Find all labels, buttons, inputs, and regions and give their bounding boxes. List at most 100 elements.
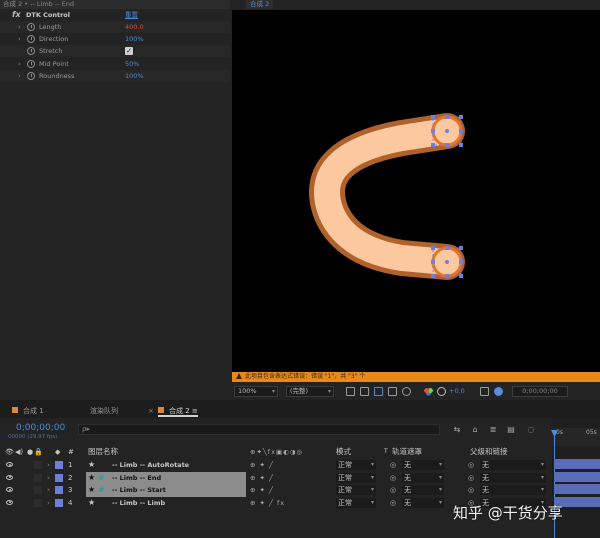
fx-icon[interactable]: fx (12, 9, 21, 21)
expand-arrow-icon[interactable]: › (47, 459, 50, 472)
region-of-interest-icon[interactable] (346, 387, 355, 396)
eye-icon[interactable] (6, 499, 13, 505)
layer-row[interactable]: › 1 ★ -- Limb -- AutoRotate ⊕ ✦ ╱ 正常 ▾ ◎ … (0, 459, 552, 472)
lock-column-icon[interactable]: 🔒 (34, 446, 43, 458)
lock-toggle[interactable] (34, 498, 42, 507)
layer-switches[interactable]: ⊕ ✦ ╱ (250, 459, 274, 472)
param-value[interactable]: 100% (125, 70, 144, 82)
preserve-transparency-icon[interactable]: ◎ (390, 484, 396, 497)
preserve-transparency-icon[interactable]: ◎ (390, 497, 396, 510)
track-matte-dropdown[interactable]: 无 ▾ (402, 497, 444, 508)
switches-column-icons[interactable]: ⊕✦╲fx▣◐◑◎ (250, 446, 303, 458)
layer-switches[interactable]: ⊕ ✦ ╱ fx (250, 497, 285, 510)
mask-visibility-icon[interactable] (374, 387, 383, 396)
blend-mode-dropdown[interactable]: 正常 ▾ (336, 460, 376, 470)
motion-blur-icon[interactable]: ◌ (526, 425, 536, 434)
param-value[interactable]: 50% (125, 58, 139, 70)
layer-name[interactable]: -- Limb -- End (112, 472, 161, 485)
layer-name-column[interactable]: 图层名称 (88, 446, 118, 458)
exposure-value[interactable]: +0.0 (449, 386, 465, 397)
layer-name[interactable]: -- Limb -- AutoRotate (112, 459, 189, 472)
mode-column[interactable]: 模式 (336, 446, 351, 458)
label-color-swatch[interactable] (55, 473, 63, 482)
layer-switches[interactable]: ⊕ ✦ ╱ (250, 484, 274, 497)
track-matte-column[interactable]: 轨道遮罩 (392, 446, 422, 458)
zoom-dropdown[interactable]: 100% ▾ (234, 386, 278, 397)
view-options-icon[interactable] (402, 387, 411, 396)
layer-name-cell[interactable]: ★ # -- Limb -- Start (86, 484, 246, 497)
layer-name-cell[interactable]: ★ # -- Limb -- End (86, 471, 246, 485)
label-color-swatch[interactable] (55, 498, 63, 507)
param-row-stretch[interactable]: Stretch ✓ (0, 45, 230, 57)
expand-arrow-icon[interactable]: › (18, 21, 21, 33)
exposure-icon[interactable] (437, 387, 446, 396)
layer-name-cell[interactable]: ★ -- Limb -- Limb (86, 497, 246, 510)
layer-duration-bar[interactable] (554, 484, 600, 494)
layer-row[interactable]: › 2 ★ # -- Limb -- End ⊕ ✦ ╱ 正常 ▾ ◎ 无 ▾ ◎ … (0, 471, 552, 485)
stopwatch-icon[interactable] (27, 47, 35, 55)
solo-column-icon[interactable]: ● (27, 446, 33, 458)
param-value[interactable]: 400.0 (125, 21, 144, 33)
viewer-tab[interactable]: 合成 2 (246, 0, 274, 9)
time-ruler[interactable]: 0s 05s (552, 428, 600, 446)
track-matte-dropdown[interactable]: 无 ▾ (402, 460, 444, 470)
layer-search-input[interactable]: ρ▸ (78, 424, 440, 435)
eye-icon[interactable] (6, 487, 13, 492)
grid-overlay-icon[interactable] (388, 387, 397, 396)
effect-title-row[interactable]: fx DTK Control 重置 (4, 9, 230, 21)
shy-layers-icon[interactable]: ≣ (488, 425, 498, 434)
viewer-timecode[interactable]: 0;00;00;00 (512, 386, 568, 397)
preserve-transparency-icon[interactable]: ◎ (390, 459, 396, 472)
composition-canvas[interactable] (232, 10, 600, 372)
expand-arrow-icon[interactable]: › (18, 58, 21, 70)
stopwatch-icon[interactable] (27, 23, 35, 31)
layer-duration-bar[interactable] (554, 471, 600, 482)
lock-toggle[interactable] (34, 486, 42, 494)
t-column[interactable]: T (384, 446, 388, 458)
param-row-roundness[interactable]: › Roundness 100% (0, 70, 230, 82)
layer-name[interactable]: -- Limb -- Start (112, 484, 166, 497)
frame-blending-icon[interactable]: ▤ (506, 425, 516, 434)
camera-snapshot-icon[interactable] (480, 387, 489, 396)
tab-comp-1[interactable]: 合成 1 (12, 405, 44, 417)
close-tab-icon[interactable]: × (148, 405, 154, 417)
parent-dropdown[interactable]: 无 ▾ (480, 460, 546, 470)
lock-toggle[interactable] (34, 473, 42, 482)
expand-arrow-icon[interactable]: › (47, 472, 50, 485)
stretch-checkbox[interactable]: ✓ (125, 47, 133, 55)
reset-link[interactable]: 重置 (125, 9, 138, 21)
stopwatch-icon[interactable] (27, 72, 35, 80)
audio-column-icon[interactable]: ◀) (15, 446, 23, 458)
track-matte-dropdown[interactable]: 无 ▾ (402, 485, 444, 495)
pickwhip-icon[interactable]: ◎ (468, 484, 474, 497)
tab-render-queue[interactable]: 渲染队列 (90, 405, 118, 417)
param-row-length[interactable]: › Length 400.0 (0, 21, 230, 33)
expand-arrow-icon[interactable]: › (18, 70, 21, 82)
tab-comp-2[interactable]: 合成 2 ≡ (158, 405, 198, 417)
stopwatch-icon[interactable] (27, 35, 35, 43)
transparency-grid-icon[interactable] (360, 387, 369, 396)
pickwhip-icon[interactable]: ◎ (468, 459, 474, 472)
param-value[interactable]: 100% (125, 33, 144, 45)
expand-arrow-icon[interactable]: › (47, 484, 50, 497)
preserve-transparency-icon[interactable]: ◎ (390, 472, 396, 485)
layer-name[interactable]: -- Limb -- Limb (112, 497, 165, 510)
layer-name-cell[interactable]: ★ -- Limb -- AutoRotate (86, 459, 246, 472)
label-color-swatch[interactable] (55, 461, 63, 469)
comp-flowchart-icon[interactable]: ⇆ (452, 425, 462, 434)
eye-icon[interactable] (6, 462, 13, 467)
lock-toggle[interactable] (34, 461, 42, 469)
show-snapshot-icon[interactable] (494, 387, 503, 396)
current-timecode[interactable]: 0;00;00;00 (16, 423, 65, 433)
blend-mode-dropdown[interactable]: 正常 ▾ (336, 485, 376, 495)
expand-arrow-icon[interactable]: › (18, 33, 21, 45)
blend-mode-dropdown[interactable]: 正常 ▾ (336, 497, 376, 508)
param-row-direction[interactable]: › Direction 100% (0, 33, 230, 45)
parent-dropdown[interactable]: 无 ▾ (480, 472, 546, 483)
layer-row[interactable]: › 3 ★ # -- Limb -- Start ⊕ ✦ ╱ 正常 ▾ ◎ 无 ▾ … (0, 484, 552, 497)
color-channels-icon[interactable] (424, 387, 433, 396)
tab-menu-icon[interactable]: ≡ (192, 407, 198, 415)
pickwhip-icon[interactable]: ◎ (468, 472, 474, 485)
label-color-swatch[interactable] (55, 486, 63, 494)
expand-arrow-icon[interactable]: › (47, 497, 50, 510)
